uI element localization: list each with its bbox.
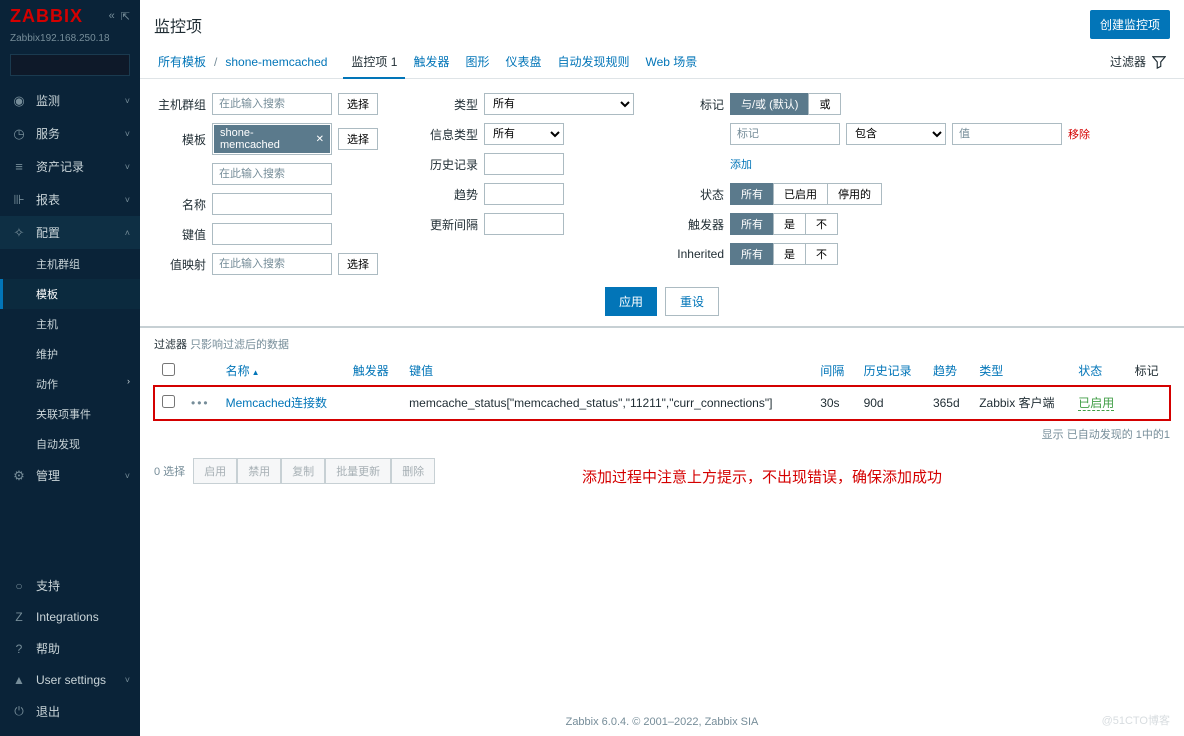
filter-toggle[interactable]: 过滤器 — [1106, 45, 1170, 78]
filter-note: 过滤器 只影响过滤后的数据 — [140, 328, 1184, 356]
name-input[interactable] — [212, 193, 332, 215]
sidebar-bottom-1[interactable]: ZIntegrations — [0, 602, 140, 632]
main: 监控项 创建监控项 所有模板 / shone-memcached 监控项 1触发… — [140, 0, 1184, 736]
submenu-item-3[interactable]: 维护 — [0, 339, 140, 369]
trends-input[interactable] — [484, 183, 564, 205]
filter-icon — [1152, 55, 1166, 69]
sidebar-admin[interactable]: ⚙管理˅ — [0, 459, 140, 492]
col-trends[interactable]: 趋势 — [925, 356, 971, 386]
create-item-button[interactable]: 创建监控项 — [1090, 10, 1170, 39]
tag-key-input[interactable] — [730, 123, 840, 145]
template-input[interactable]: shone-memcached✕ — [212, 123, 332, 155]
sidebar-bottom-2[interactable]: ?帮助 — [0, 632, 140, 665]
submenu-item-2[interactable]: 主机 — [0, 309, 140, 339]
seg-inh-0[interactable]: 所有 — [730, 243, 774, 265]
sidebar-search[interactable]: 🔍 — [10, 54, 130, 76]
tab-0[interactable]: 监控项 1 — [343, 47, 405, 79]
footer: Zabbix 6.0.4. © 2001–2022, Zabbix SIA @5… — [140, 708, 1184, 736]
apply-button[interactable]: 应用 — [605, 287, 657, 316]
seg-inh-1[interactable]: 是 — [773, 243, 806, 265]
tag-or[interactable]: 或 — [808, 93, 841, 115]
sidebar-bottom-0[interactable]: ○支持 — [0, 569, 140, 602]
tag-val-input[interactable] — [952, 123, 1062, 145]
breadcrumb-template[interactable]: shone-memcached — [221, 47, 331, 77]
server-name: Zabbix192.168.250.18 — [0, 33, 140, 50]
seg-inh-2[interactable]: 不 — [805, 243, 838, 265]
type-select[interactable]: 所有 — [484, 93, 634, 115]
seg-status-2[interactable]: 停用的 — [827, 183, 882, 205]
table-row: ••• Memcached连接数 memcache_status["memcac… — [154, 386, 1170, 420]
tab-4[interactable]: 自动发现规则 — [549, 47, 637, 77]
filter-panel: 主机群组选择 模板shone-memcached✕选择 名称 键值 值映射选择 … — [140, 79, 1184, 328]
item-name-link[interactable]: Memcached连接数 — [226, 396, 327, 410]
template-select[interactable]: 选择 — [338, 128, 378, 150]
bulk-2[interactable]: 复制 — [281, 458, 325, 484]
seg-trig-2[interactable]: 不 — [805, 213, 838, 235]
seg-trig-0[interactable]: 所有 — [730, 213, 774, 235]
seg-status-1[interactable]: 已启用 — [773, 183, 828, 205]
col-interval[interactable]: 间隔 — [812, 356, 855, 386]
sidebar-bottom-3[interactable]: ▲User settings˅ — [0, 665, 140, 695]
status-toggle[interactable]: 已启用 — [1078, 396, 1114, 411]
row-menu-icon[interactable]: ••• — [191, 396, 210, 410]
col-name[interactable]: 名称▲ — [218, 356, 345, 386]
submenu-item-5[interactable]: 关联项事件 — [0, 399, 140, 429]
bulk-0[interactable]: 启用 — [193, 458, 237, 484]
valuemap-select[interactable]: 选择 — [338, 253, 378, 275]
submenu-item-1[interactable]: 模板 — [0, 279, 140, 309]
sidebar-item-1[interactable]: ◷服务˅ — [0, 117, 140, 150]
sidebar-item-2[interactable]: ≡资产记录˅ — [0, 150, 140, 183]
valuemap-input[interactable] — [212, 253, 332, 275]
tag-andor[interactable]: 与/或 (默认) — [730, 93, 809, 115]
tag-remove-icon[interactable]: ✕ — [316, 134, 324, 145]
template-search[interactable] — [212, 163, 332, 185]
tag-add[interactable]: 添加 — [730, 156, 752, 172]
select-all-checkbox[interactable] — [162, 363, 175, 376]
sidebar-item-4[interactable]: ✧配置˄ — [0, 216, 140, 249]
reset-button[interactable]: 重设 — [665, 287, 719, 316]
annotation-text: 添加过程中注意上方提示，不出现错误，确保添加成功 — [340, 466, 1184, 497]
submenu-item-4[interactable]: 动作› — [0, 369, 140, 399]
collapse-icon[interactable]: « — [109, 10, 115, 23]
submenu-item-6[interactable]: 自动发现 — [0, 429, 140, 459]
col-history[interactable]: 历史记录 — [856, 356, 925, 386]
interval-input[interactable] — [484, 213, 564, 235]
tab-1[interactable]: 触发器 — [405, 47, 457, 77]
sidebar: ZABBIX « ⇱ Zabbix192.168.250.18 🔍 ◉监测˅◷服… — [0, 0, 140, 736]
infotype-select[interactable]: 所有 — [484, 123, 564, 145]
sidebar-bottom-4[interactable]: ⏻退出 — [0, 695, 140, 728]
hostgroup-input[interactable] — [212, 93, 332, 115]
row-checkbox[interactable] — [162, 395, 175, 408]
template-tag: shone-memcached✕ — [214, 125, 330, 153]
col-key[interactable]: 键值 — [401, 356, 812, 386]
tab-3[interactable]: 仪表盘 — [497, 47, 549, 77]
popout-icon[interactable]: ⇱ — [121, 10, 130, 23]
tab-5[interactable]: Web 场景 — [638, 47, 706, 77]
col-triggers[interactable]: 触发器 — [345, 356, 401, 386]
key-input[interactable] — [212, 223, 332, 245]
watermark: @51CTO博客 — [1102, 712, 1170, 728]
search-input[interactable] — [17, 59, 159, 71]
items-table: 名称▲ 触发器 键值 间隔 历史记录 趋势 类型 状态 标记 ••• Memca… — [154, 356, 1170, 420]
tag-op-select[interactable]: 包含 — [846, 123, 946, 145]
seg-status-0[interactable]: 所有 — [730, 183, 774, 205]
hostgroup-select[interactable]: 选择 — [338, 93, 378, 115]
logo: ZABBIX — [10, 6, 83, 27]
seg-trig-1[interactable]: 是 — [773, 213, 806, 235]
col-tags: 标记 — [1127, 356, 1170, 386]
breadcrumb-all[interactable]: 所有模板 — [154, 45, 210, 78]
tab-2[interactable]: 图形 — [457, 47, 497, 77]
col-status[interactable]: 状态 — [1070, 356, 1126, 386]
bulk-1[interactable]: 禁用 — [237, 458, 281, 484]
col-type[interactable]: 类型 — [971, 356, 1070, 386]
page-title: 监控项 — [154, 13, 202, 37]
sidebar-item-3[interactable]: ⊪报表˅ — [0, 183, 140, 216]
history-input[interactable] — [484, 153, 564, 175]
table-footer: 显示 已自动发现的 1中的1 — [140, 420, 1184, 448]
tag-remove[interactable]: 移除 — [1068, 126, 1090, 142]
sidebar-item-0[interactable]: ◉监测˅ — [0, 84, 140, 117]
submenu-item-0[interactable]: 主机群组 — [0, 249, 140, 279]
